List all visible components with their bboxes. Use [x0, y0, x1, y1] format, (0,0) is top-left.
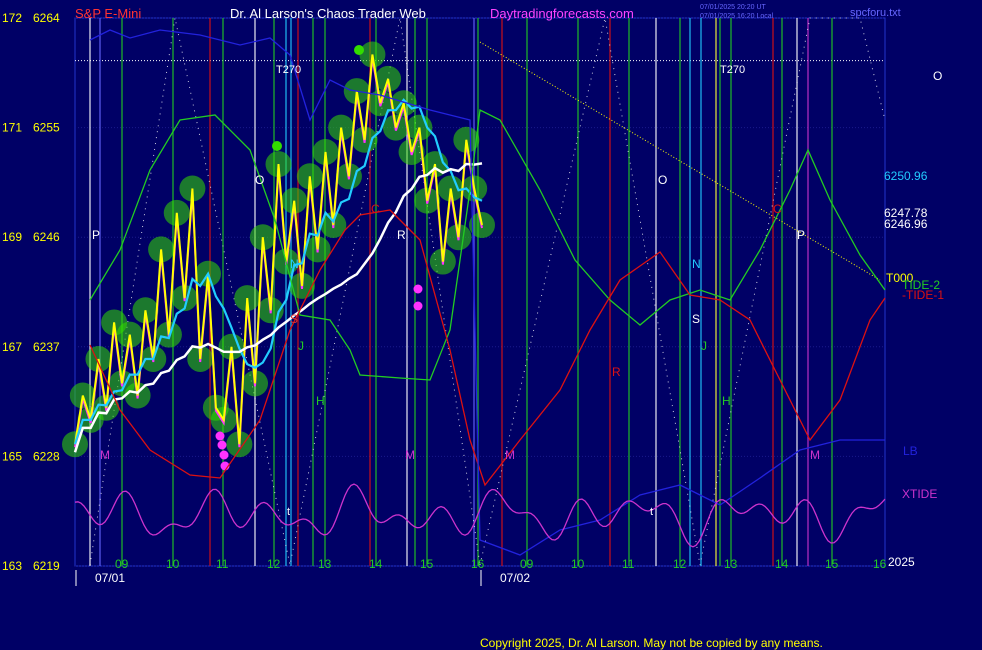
marker-t-day1: t [287, 506, 290, 518]
timestamp-local: 07/01/2025 16:20 Local [700, 13, 774, 20]
x-hour-tick: 10 [166, 557, 180, 571]
x-hour-tick: 09 [115, 557, 129, 571]
marker-h-day2: H [722, 394, 731, 408]
marker-n-day1: N [290, 257, 299, 271]
tide1-line [89, 209, 886, 487]
marker-m-day2: M [505, 448, 515, 462]
y-outer-tick: 163 [2, 559, 22, 573]
marker-j-day2: J [701, 339, 707, 353]
x-hour-tick: 13 [318, 557, 332, 571]
tide2-line [89, 109, 886, 381]
x-axis-labels: 09 10 11 12 13 14 15 16 09 10 11 12 13 14 15 16 07/01 07/… [75, 557, 887, 586]
x-date-label: 07/01 [95, 571, 125, 585]
magenta-dot [215, 431, 225, 441]
site-link[interactable]: Daytradingforecasts.com [490, 6, 634, 21]
marker-s-day1: S [290, 312, 298, 326]
marker-c-day1: C [371, 202, 380, 216]
legend-tide1: -TIDE-1 [902, 288, 944, 302]
marker-p-day2: P [797, 228, 805, 242]
y-axis-labels: 163 6219 165 6228 167 6237 169 6246 171 6255 172 62… [2, 11, 60, 573]
magenta-dot [413, 301, 423, 311]
marker-c-day2: C [773, 202, 782, 216]
marker-n-day2: N [692, 257, 701, 271]
t270-label-day1: T270 [276, 64, 301, 76]
y-outer-tick: 165 [2, 449, 22, 463]
y-outer-tick: 167 [2, 340, 22, 354]
y-outer-tick: 169 [2, 230, 22, 244]
chaos-trader-chart: S&P E-Mini Dr. Al Larson's Chaos Trader … [2, 4, 944, 650]
x-hour-tick: 10 [571, 557, 585, 571]
y-price-tick: 6264 [33, 11, 60, 25]
data-file-label: spcforu.txt [850, 7, 901, 19]
marker-s-day2: S [692, 312, 700, 326]
y-price-tick: 6228 [33, 449, 60, 463]
x-hour-tick: 11 [216, 557, 229, 571]
x-hour-tick: 12 [267, 557, 281, 571]
x-hour-tick: 15 [825, 557, 839, 571]
bubble-trail [62, 41, 495, 471]
marker-m2-day1: M [405, 448, 415, 462]
x-hour-tick: 11 [622, 557, 635, 571]
marker-r-day1: R [397, 228, 406, 242]
t270-label-day2: T270 [720, 64, 745, 76]
magenta-dot [217, 440, 227, 450]
right-value-3: 6246.96 [884, 217, 928, 231]
y-outer-tick: 171 [2, 121, 22, 135]
marker-r-day2: R [612, 365, 621, 379]
cycle-line [479, 17, 886, 566]
x-hour-tick: 15 [420, 557, 434, 571]
time-lines [89, 18, 833, 566]
x-date-label: 07/02 [500, 571, 530, 585]
green-dot [272, 141, 282, 151]
green-dot [354, 45, 364, 55]
marker-h-day1: H [316, 394, 325, 408]
magenta-dot [219, 450, 229, 460]
legend-xtide: XTIDE [902, 487, 937, 501]
x-hour-tick: 16 [471, 557, 485, 571]
timestamp-ut: 07/01/2025 20:20 UT [700, 4, 766, 11]
marker-o-day1: O [255, 173, 264, 187]
indicator-lines [73, 29, 886, 556]
y-price-tick: 6255 [33, 121, 60, 135]
x-hour-tick: 16 [873, 557, 887, 571]
year-label: 2025 [888, 555, 915, 569]
x-hour-tick: 09 [520, 557, 534, 571]
y-price-tick: 6219 [33, 559, 60, 573]
marker-m1-day1: M [100, 448, 110, 462]
magenta-dot [413, 284, 423, 294]
y-price-tick: 6246 [33, 230, 60, 244]
chart-title: Dr. Al Larson's Chaos Trader Web [230, 6, 426, 21]
y-price-tick: 6237 [33, 340, 60, 354]
top-right-o-label: O [933, 69, 942, 83]
marker-j-day1: J [298, 339, 304, 353]
copyright: Copyright 2025, Dr. Al Larson. May not b… [480, 636, 823, 650]
marker-p-day1: P [92, 228, 100, 242]
x-hour-tick: 13 [724, 557, 738, 571]
marker-o-day2: O [658, 173, 667, 187]
legend-lb: LB [903, 444, 918, 458]
symbol-label: S&P E-Mini [75, 6, 141, 21]
marker-t-day2: t [650, 506, 653, 518]
right-value-1: 6250.96 [884, 169, 928, 183]
x-hour-tick: 12 [673, 557, 687, 571]
marker-m2-day2: M [810, 448, 820, 462]
x-hour-tick: 14 [775, 557, 789, 571]
x-hour-tick: 14 [369, 557, 383, 571]
y-outer-tick: 172 [2, 11, 22, 25]
